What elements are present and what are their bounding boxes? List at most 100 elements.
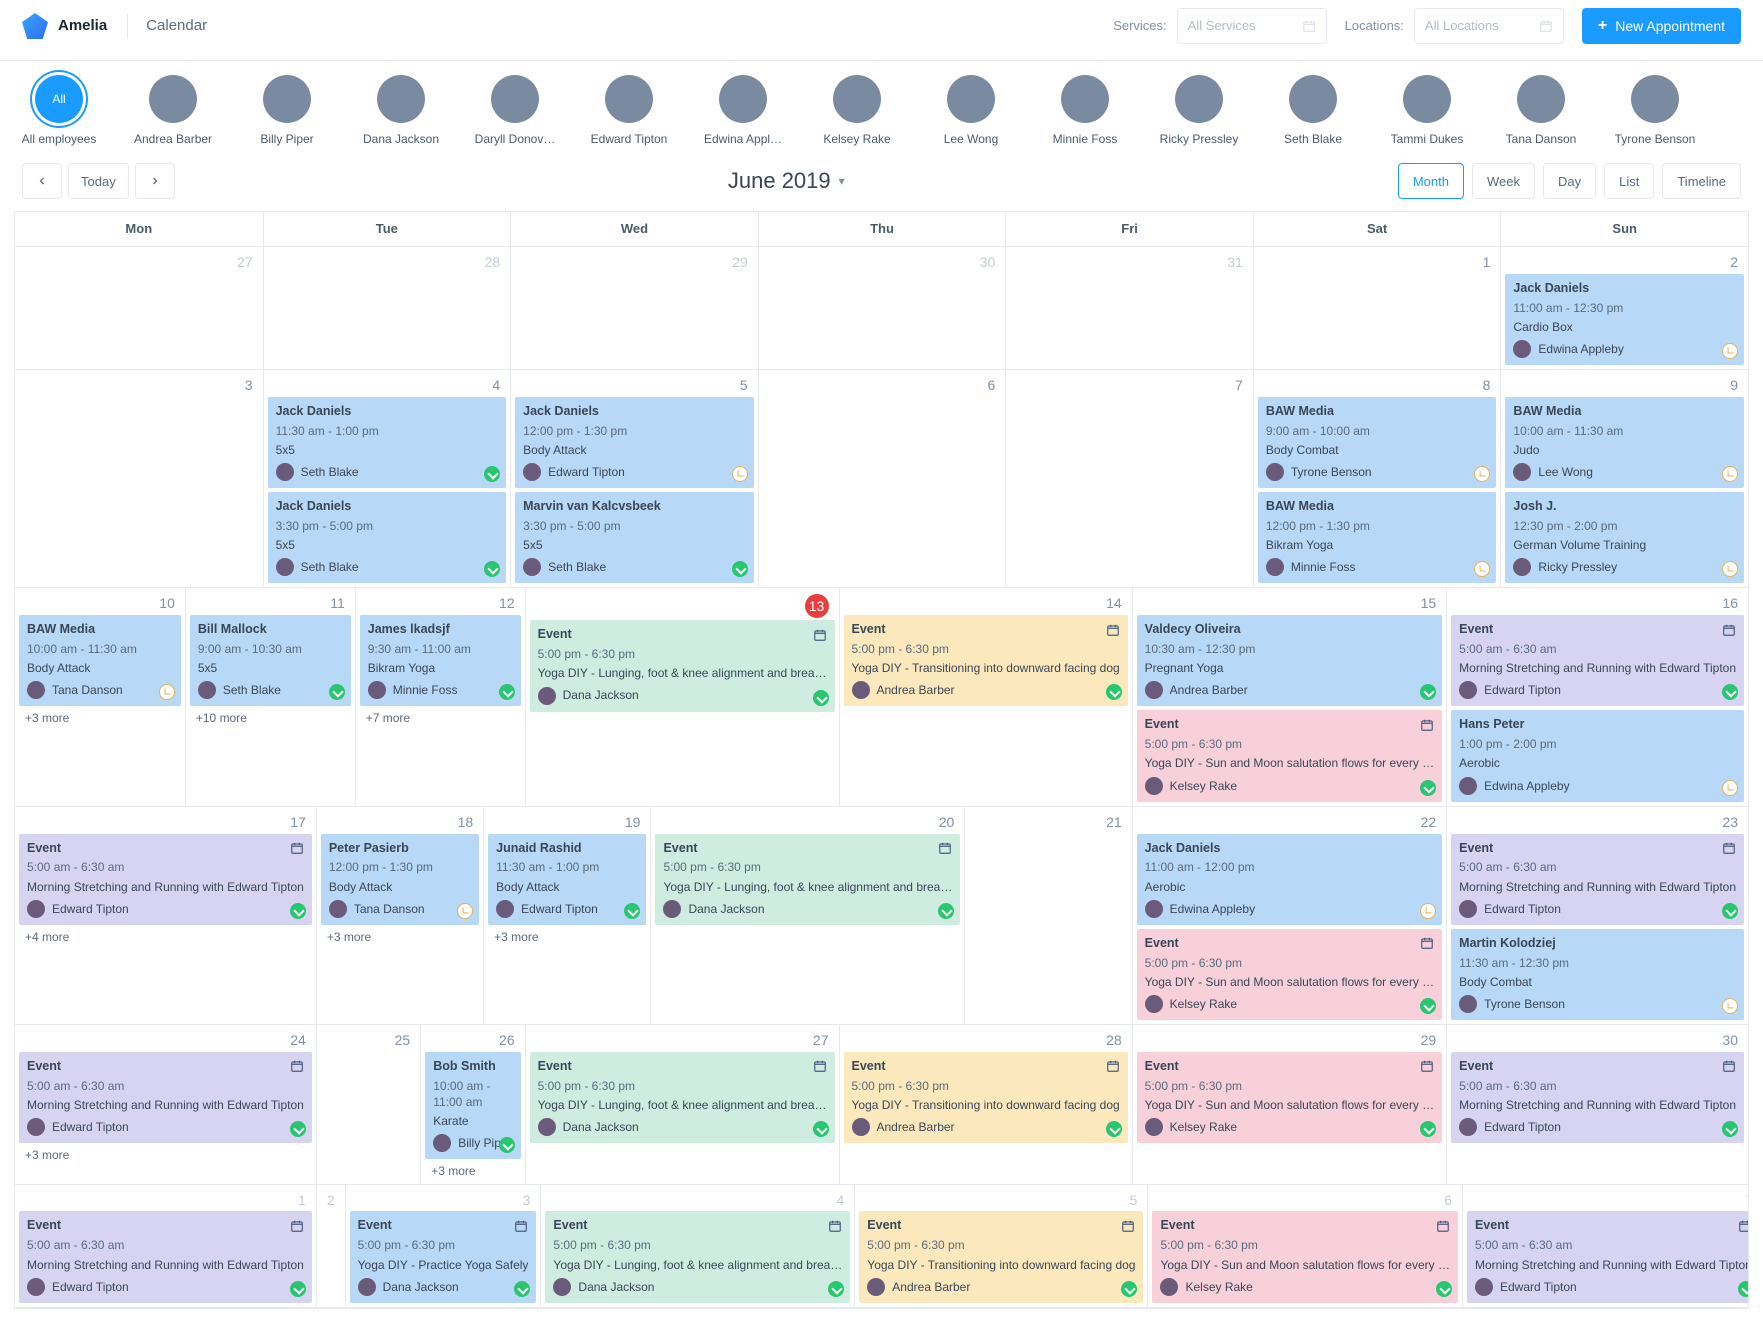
day-cell[interactable]: 4 Event 5:00 pm - 6:30 pm Yoga DIY - Lun… xyxy=(540,1185,854,1308)
calendar-event[interactable]: Hans Peter 1:00 pm - 2:00 pm Aerobic Edw… xyxy=(1451,710,1744,801)
day-cell[interactable]: 27 Event 5:00 pm - 6:30 pm Yoga DIY - Lu… xyxy=(525,1025,839,1185)
calendar-event[interactable]: Bill Mallock 9:00 am - 10:30 am 5x5 Seth… xyxy=(190,615,351,706)
locations-select[interactable]: All Locations xyxy=(1414,8,1564,44)
employee-item[interactable]: Tyrone Benson xyxy=(1618,75,1692,147)
day-cell[interactable]: 29 Event 5:00 pm - 6:30 pm Yoga DIY - Su… xyxy=(1132,1025,1447,1185)
employee-item[interactable]: Minnie Foss xyxy=(1048,75,1122,147)
day-cell[interactable]: 7 xyxy=(1005,370,1253,588)
calendar-event[interactable]: Event 5:00 am - 6:30 am Morning Stretchi… xyxy=(19,834,312,925)
calendar-event[interactable]: Event 5:00 pm - 6:30 pm Yoga DIY - Trans… xyxy=(844,615,1128,706)
day-cell[interactable]: 5 Event 5:00 pm - 6:30 pm Yoga DIY - Tra… xyxy=(854,1185,1147,1308)
day-cell[interactable]: 1 Event 5:00 am - 6:30 am Morning Stretc… xyxy=(15,1185,316,1308)
day-cell[interactable]: 28 Event 5:00 pm - 6:30 pm Yoga DIY - Tr… xyxy=(839,1025,1132,1185)
employee-item[interactable]: Billy Piper xyxy=(250,75,324,147)
day-cell[interactable]: 21 xyxy=(964,807,1131,1025)
employee-item[interactable]: Daryll Donov… xyxy=(478,75,552,147)
day-cell[interactable]: 6 xyxy=(758,370,1006,588)
day-cell[interactable]: 12 James lkadsjf 9:30 am - 11:00 am Bikr… xyxy=(355,588,525,806)
calendar-event[interactable]: Event 5:00 am - 6:30 am Morning Stretchi… xyxy=(1451,834,1744,925)
calendar-event[interactable]: Event 5:00 pm - 6:30 pm Yoga DIY - Sun a… xyxy=(1137,710,1443,801)
more-link[interactable]: +3 more xyxy=(15,706,185,726)
calendar-event[interactable]: Event 5:00 pm - 6:30 pm Yoga DIY - Sun a… xyxy=(1137,929,1443,1020)
calendar-event[interactable]: Bob Smith 10:00 am - 11:00 am Karate Bil… xyxy=(425,1052,520,1159)
day-cell[interactable]: 1 xyxy=(1253,247,1501,370)
services-select[interactable]: All Services xyxy=(1177,8,1327,44)
employee-item[interactable]: Andrea Barber xyxy=(136,75,210,147)
more-link[interactable]: +3 more xyxy=(484,925,650,945)
day-cell[interactable]: 26 Bob Smith 10:00 am - 11:00 am Karate … xyxy=(420,1025,524,1185)
day-cell[interactable]: 30 Event 5:00 am - 6:30 am Morning Stret… xyxy=(1446,1025,1748,1185)
employee-item[interactable]: Tammi Dukes xyxy=(1390,75,1464,147)
employee-item[interactable]: Tana Danson xyxy=(1504,75,1578,147)
day-cell[interactable]: 15 Valdecy Oliveira 10:30 am - 12:30 pm … xyxy=(1132,588,1447,806)
calendar-event[interactable]: Event 5:00 pm - 6:30 pm Yoga DIY - Sun a… xyxy=(1152,1211,1458,1302)
employee-item[interactable]: Lee Wong xyxy=(934,75,1008,147)
employee-item[interactable]: Edwina Appl… xyxy=(706,75,780,147)
employee-item[interactable]: Kelsey Rake xyxy=(820,75,894,147)
view-week[interactable]: Week xyxy=(1472,163,1535,199)
day-cell[interactable]: 2 xyxy=(316,1185,345,1308)
day-cell[interactable]: 6 Event 5:00 pm - 6:30 pm Yoga DIY - Sun… xyxy=(1147,1185,1462,1308)
calendar-event[interactable]: Event 5:00 pm - 6:30 pm Yoga DIY - Sun a… xyxy=(1137,1052,1443,1143)
day-cell[interactable]: 11 Bill Mallock 9:00 am - 10:30 am 5x5 S… xyxy=(185,588,355,806)
view-day[interactable]: Day xyxy=(1543,163,1596,199)
prev-button[interactable] xyxy=(22,163,62,199)
view-list[interactable]: List xyxy=(1604,163,1654,199)
next-button[interactable] xyxy=(135,163,175,199)
more-link[interactable]: +3 more xyxy=(15,1143,316,1163)
day-cell[interactable]: 16 Event 5:00 am - 6:30 am Morning Stret… xyxy=(1446,588,1748,806)
employee-all[interactable]: All All employees xyxy=(22,75,96,147)
day-cell[interactable]: 27 xyxy=(15,247,263,370)
day-cell[interactable]: 2 Jack Daniels 11:00 am - 12:30 pm Cardi… xyxy=(1500,247,1748,370)
day-cell[interactable]: 24 Event 5:00 am - 6:30 am Morning Stret… xyxy=(15,1025,316,1185)
day-cell[interactable]: 25 xyxy=(316,1025,420,1185)
day-cell[interactable]: 4 Jack Daniels 11:30 am - 1:00 pm 5x5 Se… xyxy=(263,370,511,588)
today-button[interactable]: Today xyxy=(68,163,129,199)
calendar-event[interactable]: BAW Media 10:00 am - 11:30 am Body Attac… xyxy=(19,615,181,706)
calendar-event[interactable]: Event 5:00 pm - 6:30 pm Yoga DIY - Lungi… xyxy=(545,1211,850,1302)
brand[interactable]: Amelia xyxy=(22,13,128,39)
calendar-event[interactable]: BAW Media 9:00 am - 10:00 am Body Combat… xyxy=(1258,397,1497,488)
day-cell[interactable]: 30 xyxy=(758,247,1006,370)
calendar-event[interactable]: Jack Daniels 11:30 am - 1:00 pm 5x5 Seth… xyxy=(268,397,507,488)
day-cell[interactable]: 19 Junaid Rashid 11:30 am - 1:00 pm Body… xyxy=(483,807,650,1025)
calendar-event[interactable]: Event 5:00 am - 6:30 am Morning Stretchi… xyxy=(1451,615,1744,706)
more-link[interactable]: +7 more xyxy=(356,706,525,726)
day-cell[interactable]: 7 Event 5:00 am - 6:30 am Morning Stretc… xyxy=(1462,1185,1749,1308)
day-cell[interactable]: 17 Event 5:00 am - 6:30 am Morning Stret… xyxy=(15,807,316,1025)
period-display[interactable]: June 2019 ▾ xyxy=(175,166,1398,196)
day-cell[interactable]: 20 Event 5:00 pm - 6:30 pm Yoga DIY - Lu… xyxy=(650,807,964,1025)
day-cell[interactable]: 29 xyxy=(510,247,758,370)
calendar-event[interactable]: Event 5:00 pm - 6:30 pm Yoga DIY - Lungi… xyxy=(530,1052,835,1143)
day-cell[interactable]: 9 BAW Media 10:00 am - 11:30 am Judo Lee… xyxy=(1500,370,1748,588)
calendar-event[interactable]: Jack Daniels 11:00 am - 12:00 pm Aerobic… xyxy=(1137,834,1443,925)
view-timeline[interactable]: Timeline xyxy=(1662,163,1741,199)
calendar-event[interactable]: Jack Daniels 3:30 pm - 5:00 pm 5x5 Seth … xyxy=(268,492,507,583)
day-cell[interactable]: 18 Peter Pasierb 12:00 pm - 1:30 pm Body… xyxy=(316,807,483,1025)
view-month[interactable]: Month xyxy=(1398,163,1464,199)
more-link[interactable]: +4 more xyxy=(15,925,316,945)
more-link[interactable]: +3 more xyxy=(421,1159,524,1179)
day-cell[interactable]: 3 Event 5:00 pm - 6:30 pm Yoga DIY - Pra… xyxy=(345,1185,541,1308)
calendar-event[interactable]: Event 5:00 pm - 6:30 pm Yoga DIY - Trans… xyxy=(844,1052,1128,1143)
calendar-event[interactable]: Josh J. 12:30 pm - 2:00 pm German Volume… xyxy=(1505,492,1744,583)
calendar-event[interactable]: Event 5:00 am - 6:30 am Morning Stretchi… xyxy=(19,1211,312,1302)
calendar-event[interactable]: Peter Pasierb 12:00 pm - 1:30 pm Body At… xyxy=(321,834,479,925)
day-cell[interactable]: 10 BAW Media 10:00 am - 11:30 am Body At… xyxy=(15,588,185,806)
calendar-event[interactable]: BAW Media 12:00 pm - 1:30 pm Bikram Yoga… xyxy=(1258,492,1497,583)
day-cell[interactable]: 28 xyxy=(263,247,511,370)
day-cell[interactable]: 23 Event 5:00 am - 6:30 am Morning Stret… xyxy=(1446,807,1748,1025)
calendar-event[interactable]: James lkadsjf 9:30 am - 11:00 am Bikram … xyxy=(360,615,521,706)
calendar-event[interactable]: BAW Media 10:00 am - 11:30 am Judo Lee W… xyxy=(1505,397,1744,488)
calendar-event[interactable]: Jack Daniels 11:00 am - 12:30 pm Cardio … xyxy=(1505,274,1744,365)
employee-item[interactable]: Dana Jackson xyxy=(364,75,438,147)
day-cell[interactable]: 31 xyxy=(1005,247,1253,370)
calendar-event[interactable]: Valdecy Oliveira 10:30 am - 12:30 pm Pre… xyxy=(1137,615,1443,706)
day-cell[interactable]: 3 xyxy=(15,370,263,588)
calendar-event[interactable]: Martin Kolodziej 11:30 am - 12:30 pm Bod… xyxy=(1451,929,1744,1020)
more-link[interactable]: +3 more xyxy=(317,925,483,945)
new-appointment-button[interactable]: + New Appointment xyxy=(1582,8,1741,44)
calendar-event[interactable]: Event 5:00 am - 6:30 am Morning Stretchi… xyxy=(1467,1211,1749,1302)
calendar-event[interactable]: Event 5:00 pm - 6:30 pm Yoga DIY - Trans… xyxy=(859,1211,1143,1302)
calendar-event[interactable]: Event 5:00 am - 6:30 am Morning Stretchi… xyxy=(1451,1052,1744,1143)
